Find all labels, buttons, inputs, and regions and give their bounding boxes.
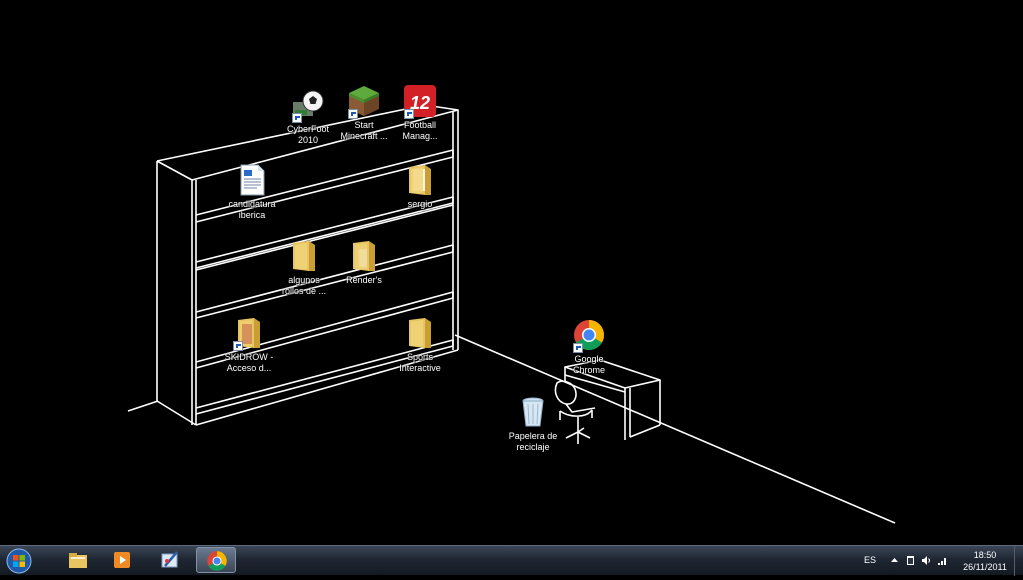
desktop-icon-recycle-bin[interactable]: Papelera de reciclaje — [496, 395, 570, 453]
explorer-icon — [69, 553, 87, 568]
folder-icon — [409, 165, 431, 195]
volume-icon[interactable] — [921, 555, 932, 566]
folder-icon — [293, 241, 315, 271]
recycle-bin-icon — [522, 397, 544, 427]
folder-icon — [353, 241, 375, 271]
desktop-icon-label: candidatura iberica — [228, 199, 276, 220]
desktop-icon-renders[interactable]: Render's — [327, 239, 401, 286]
wallpaper-line-art — [127, 104, 896, 524]
clock[interactable]: 18:50 26/11/2011 — [957, 549, 1013, 573]
paint-icon — [161, 551, 178, 568]
show-hidden-icons-icon[interactable] — [889, 555, 900, 566]
shortcut-arrow-icon — [404, 109, 414, 119]
folder-icon — [409, 318, 431, 348]
desktop-icon-skidrow[interactable]: SKIDROW - Acceso d... — [212, 316, 286, 374]
desktop-icon-sports-interactive[interactable]: Sports Interactive — [383, 316, 457, 374]
taskbar-media-player-button[interactable] — [102, 547, 142, 573]
desktop-icon-label: Google Chrome — [572, 354, 605, 375]
desktop-icon-label: Football Manag... — [402, 120, 438, 141]
document-icon — [240, 164, 265, 196]
chrome-icon — [207, 551, 227, 571]
power-icon[interactable] — [905, 555, 916, 566]
show-desktop-button[interactable] — [1014, 546, 1023, 576]
desktop-icon-label: Sports Interactive — [399, 352, 441, 373]
shortcut-arrow-icon — [233, 341, 243, 351]
desktop-icon-label: Render's — [346, 275, 382, 285]
system-tray: ES 18:50 26/11/2011 — [853, 546, 1023, 576]
shortcut-arrow-icon — [292, 113, 302, 123]
shortcut-arrow-icon — [348, 109, 358, 119]
desktop-icon-google-chrome[interactable]: Google Chrome — [552, 318, 626, 376]
taskbar: ES 18:50 26/11/2011 — [0, 545, 1023, 576]
desktop-icon-label: Papelera de reciclaje — [508, 431, 558, 452]
taskbar-paint-button[interactable] — [150, 547, 190, 573]
shortcut-arrow-icon — [573, 343, 583, 353]
desktop-icon-label: sergio — [407, 199, 433, 209]
language-indicator[interactable]: ES — [864, 555, 876, 565]
desktop-icon-sergio[interactable]: sergio — [383, 163, 457, 210]
desktop-icon-football-manager[interactable]: 12 Football Manag... — [383, 84, 457, 142]
clock-date: 26/11/2011 — [963, 562, 1007, 572]
network-signal-icon[interactable] — [937, 555, 948, 566]
media-player-icon — [114, 552, 130, 568]
start-button[interactable] — [4, 547, 34, 575]
desktop-icon-candidatura[interactable]: candidatura iberica — [215, 163, 289, 221]
taskbar-explorer-button[interactable] — [58, 547, 98, 573]
desktop-icon-label: SKIDROW - Acceso d... — [224, 352, 274, 373]
windows-logo-icon — [6, 548, 32, 574]
taskbar-chrome-button[interactable] — [196, 547, 236, 573]
clock-time: 18:50 — [973, 550, 997, 560]
